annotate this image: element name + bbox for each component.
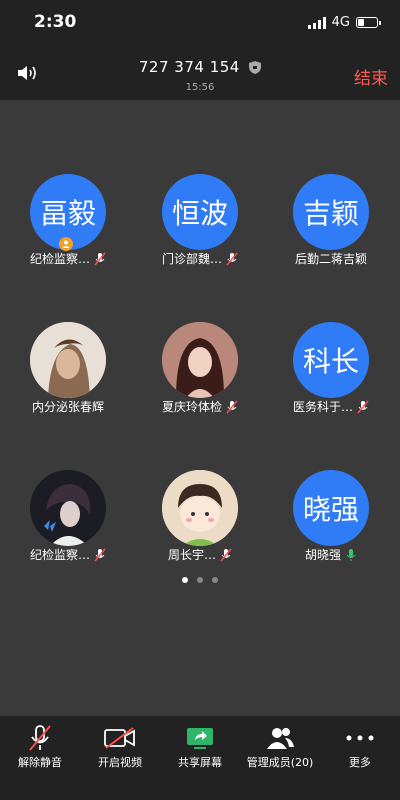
end-meeting-button[interactable]: 结束 (354, 64, 388, 89)
network-type: 4G (331, 15, 350, 30)
page-indicator (0, 577, 400, 583)
signal-icon (307, 16, 326, 29)
participant-tile[interactable]: 畐毅 纪检监察… (3, 100, 133, 266)
more-label: 更多 (349, 756, 371, 769)
status-time: 2:30 (34, 12, 77, 32)
unmute-button[interactable]: 解除静音 (0, 716, 80, 800)
more-icon (346, 735, 374, 741)
video-off-icon (104, 727, 135, 749)
start-video-label: 开启视频 (98, 756, 142, 769)
participant-name: 周长宇… (167, 548, 216, 562)
avatar-photo (162, 470, 238, 546)
participant-tile[interactable]: 纪检监察… (3, 396, 133, 562)
avatar: 恒波 (162, 174, 238, 250)
participant-tile[interactable]: 恒波 门诊部魏… (135, 100, 265, 266)
share-screen-icon (187, 728, 213, 749)
share-screen-button[interactable]: 共享屏幕 (160, 716, 240, 800)
status-bar: 2:30 4G (0, 0, 400, 44)
status-indicators: 4G (307, 15, 381, 30)
page-dot[interactable] (182, 577, 188, 583)
battery-icon (356, 17, 381, 28)
start-video-button[interactable]: 开启视频 (80, 716, 160, 800)
participant-tile[interactable]: 晓强 胡晓强 (266, 396, 396, 562)
avatar: 科长 (293, 322, 369, 398)
mic-muted-icon (94, 548, 106, 561)
participant-name: 纪检监察… (29, 548, 90, 562)
avatar-photo (30, 470, 106, 546)
meeting-header: 727 374 154 15:56 结束 (0, 44, 400, 100)
participant-name: 胡晓强 (304, 548, 341, 562)
mic-muted-icon (220, 548, 232, 561)
manage-members-label: 管理成员(20) (246, 756, 314, 769)
participant-tile[interactable]: 内分泌张春辉 (3, 248, 133, 414)
page-dot[interactable] (212, 577, 218, 583)
meeting-toolbar: 解除静音 开启视频 共享屏幕 管理成员(20) 更多 (0, 716, 400, 800)
avatar-photo (162, 322, 238, 398)
unmute-label: 解除静音 (18, 756, 62, 769)
shield-icon (249, 61, 262, 74)
members-icon (267, 728, 294, 749)
manage-members-button[interactable]: 管理成员(20) (240, 716, 320, 800)
avatar: 吉颖 (293, 174, 369, 250)
meeting-id: 727 374 154 (138, 58, 240, 76)
participant-tile[interactable]: 科长 医务科于… (266, 248, 396, 414)
avatar: 晓强 (293, 470, 369, 546)
more-button[interactable]: 更多 (320, 716, 400, 800)
meeting-duration: 15:56 (185, 82, 215, 93)
participant-tile[interactable]: 夏庆玲体检 (135, 248, 265, 414)
mic-muted-icon (29, 725, 51, 751)
share-screen-label: 共享屏幕 (178, 756, 222, 769)
participant-tile[interactable]: 吉颖 后勤二蒋吉颖 (266, 100, 396, 266)
mic-active-icon (346, 548, 356, 561)
page-dot[interactable] (197, 577, 203, 583)
avatar-photo (30, 322, 106, 398)
participant-grid: 畐毅 纪检监察… 恒波 门诊部魏… 吉颖 后勤二蒋吉颖 内分泌张春辉 夏庆玲体检… (0, 100, 400, 615)
participant-tile[interactable]: 周长宇… (135, 396, 265, 562)
meeting-id-row[interactable]: 727 374 154 (0, 58, 400, 76)
